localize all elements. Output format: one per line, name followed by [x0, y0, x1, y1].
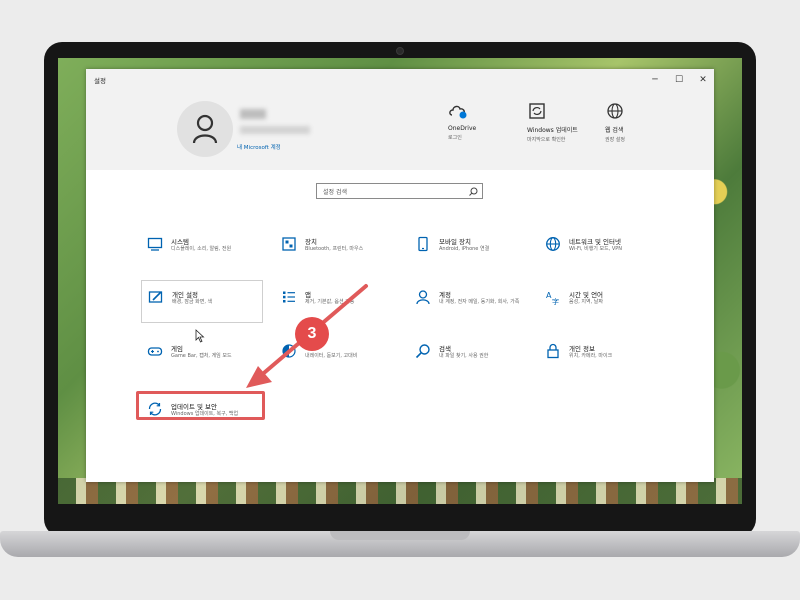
avatar[interactable]	[177, 101, 233, 157]
person-icon	[416, 290, 430, 305]
category-desc: 제거, 기본값, 옵션 기능	[305, 299, 355, 305]
search-icon	[469, 187, 478, 196]
svg-text:字: 字	[552, 297, 559, 305]
category-privacy[interactable]: 개인 정보 위치, 카메라, 마이크	[539, 335, 664, 379]
apps-list-icon	[283, 291, 295, 303]
onedrive-label: OneDrive	[448, 125, 477, 132]
search-input[interactable]: 설정 검색	[316, 183, 483, 199]
category-accounts[interactable]: 계정 내 계정, 전자 메일, 동기화, 회사, 가족	[409, 281, 534, 325]
category-desc: 음성, 지역, 날짜	[569, 299, 603, 305]
web-search-label: 웹 검색	[605, 127, 624, 134]
accessibility-icon	[282, 344, 296, 358]
camera	[396, 47, 404, 55]
step-badge: 3	[295, 317, 329, 351]
language-icon: A字	[546, 291, 559, 305]
windows-update-icon	[529, 103, 545, 119]
category-devices[interactable]: 장치 Bluetooth, 프린터, 마우스	[275, 228, 400, 272]
category-mobile[interactable]: 모바일 장치 Android, iPhone 연결	[409, 228, 534, 272]
lock-icon	[547, 343, 559, 359]
category-search[interactable]: 검색 내 파일 찾기, 사용 권한	[409, 335, 534, 379]
microsoft-account-link[interactable]: 내 Microsoft 계정	[237, 143, 281, 151]
blurred-email	[240, 126, 310, 134]
category-desc: 내레이터, 돋보기, 고대비	[305, 353, 358, 359]
highlight-box	[136, 391, 265, 420]
category-desc: Bluetooth, 프린터, 마우스	[305, 246, 364, 252]
category-desc: 디스플레이, 소리, 알림, 전원	[171, 246, 232, 252]
header-item-web-search[interactable]: 웹 검색 권장 설정	[605, 101, 685, 143]
devices-icon	[282, 237, 296, 251]
category-system[interactable]: 시스템 디스플레이, 소리, 알림, 전원	[141, 228, 266, 272]
window-title: 설정	[94, 77, 106, 85]
title-bar: 설정 ─ ☐ ✕	[86, 69, 714, 91]
onedrive-icon	[449, 105, 467, 119]
phone-icon	[418, 236, 428, 252]
gamepad-icon	[147, 347, 163, 356]
account-header: 내 Microsoft 계정 OneDrive 로그인 Windows 업데이트…	[86, 91, 714, 170]
maximize-button[interactable]: ☐	[668, 72, 690, 88]
category-desc: Game Bar, 캡처, 게임 모드	[171, 353, 232, 359]
laptop-base-notch	[330, 531, 470, 540]
paint-icon	[148, 291, 163, 303]
settings-window: 설정 ─ ☐ ✕ 내 Microsoft 계정 OneDrive 로그인 Win…	[86, 69, 714, 482]
category-desc: Wi-Fi, 비행기 모드, VPN	[569, 246, 623, 252]
category-desc: 내 계정, 전자 메일, 동기화, 회사, 가족	[439, 299, 520, 305]
onedrive-sub: 로그인	[448, 135, 462, 141]
magnifier-icon	[415, 344, 430, 359]
monitor-icon	[147, 237, 163, 251]
search-placeholder: 설정 검색	[323, 189, 347, 196]
globe-icon	[607, 103, 623, 119]
category-desc: 내 파일 찾기, 사용 권한	[439, 353, 489, 359]
close-button[interactable]: ✕	[692, 72, 714, 88]
web-search-sub: 권장 설정	[605, 137, 625, 143]
person-icon	[192, 114, 218, 144]
globe-icon	[546, 237, 560, 251]
category-accessibility[interactable]: 접근성 내레이터, 돋보기, 고대비	[275, 335, 400, 379]
category-desc: 배경, 잠금 화면, 색	[172, 299, 213, 305]
category-time-language[interactable]: A字 시간 및 언어 음성, 지역, 날짜	[539, 281, 664, 325]
category-desc: Android, iPhone 연결	[439, 246, 490, 252]
windows-update-label: Windows 업데이트	[527, 127, 578, 134]
windows-update-sub: 마지막으로 확인한	[527, 137, 566, 143]
category-desc: 위치, 카메라, 마이크	[569, 353, 613, 359]
header-item-windows-update[interactable]: Windows 업데이트 마지막으로 확인한	[527, 101, 607, 143]
category-apps[interactable]: 앱 제거, 기본값, 옵션 기능	[275, 281, 400, 325]
blurred-username	[240, 109, 266, 119]
category-personalization[interactable]: 개인 설정 배경, 잠금 화면, 색	[141, 280, 263, 323]
mouse-cursor-icon	[195, 329, 205, 343]
header-item-onedrive[interactable]: OneDrive 로그인	[448, 101, 528, 141]
minimize-button[interactable]: ─	[644, 72, 666, 88]
category-network[interactable]: 네트워크 및 인터넷 Wi-Fi, 비행기 모드, VPN	[539, 228, 664, 272]
